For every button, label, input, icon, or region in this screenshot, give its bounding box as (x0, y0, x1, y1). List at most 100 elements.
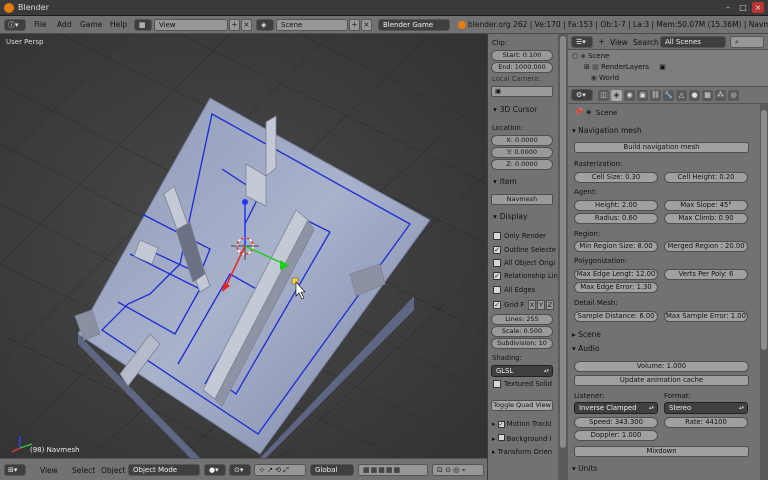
viewport-scene[interactable] (0, 34, 487, 458)
constraints-tab-icon[interactable]: ⛓ (650, 90, 661, 101)
doppler-field[interactable]: Doppler: 1.000 (574, 430, 658, 441)
transform-orientations-row[interactable]: ▸ Transform Orien (492, 448, 552, 456)
axis-z-toggle[interactable]: Z (546, 300, 554, 310)
add-screen-button[interactable]: + (229, 19, 240, 31)
maximize-icon[interactable]: □ (737, 2, 749, 13)
screen-layout-field[interactable]: View (154, 19, 228, 31)
add-scene-button[interactable]: + (349, 19, 360, 31)
merged-region-size-field[interactable]: Merged Region : 20.00 (664, 241, 748, 252)
mode-dropdown[interactable]: Object Mode (128, 464, 200, 476)
engine-dropdown[interactable]: Blender Game (378, 19, 450, 31)
menu-select[interactable]: Select (72, 466, 95, 475)
item-panel-header[interactable]: Item (488, 176, 558, 188)
texture-tab-icon[interactable]: ▦ (702, 90, 713, 101)
grid-floor-checkbox[interactable]: ✓ (493, 301, 501, 309)
min-region-size-field[interactable]: Min Region Size: 8.00 (574, 241, 658, 252)
editor-type-3d-icon[interactable]: ⊞▾ (4, 464, 26, 476)
close-icon[interactable]: × (752, 2, 764, 13)
cursor-y-field[interactable]: Y: 0.0000 (491, 147, 553, 158)
speed-field[interactable]: Speed: 343.300 (574, 417, 658, 428)
properties-editor-icon[interactable]: ⚙▾ (571, 89, 593, 101)
grid-scale-field[interactable]: Scale: 0.500 (491, 326, 553, 337)
menu-help[interactable]: Help (110, 20, 127, 29)
rate-field[interactable]: Rate: 44100 (664, 417, 748, 428)
menu-object[interactable]: Object (101, 466, 125, 475)
editor-type-icon[interactable]: ⓘ▾ (4, 19, 26, 31)
outliner-item-scene[interactable]: ○ ◈ Scene (572, 52, 609, 60)
update-animation-cache-button[interactable]: Update animation cache (574, 375, 749, 386)
max-climb-field[interactable]: Max Climb: 0.90 (664, 213, 748, 224)
particles-tab-icon[interactable]: ⁂ (715, 90, 726, 101)
outliner-menu-view[interactable]: View (610, 38, 628, 47)
properties-scrollbar-thumb[interactable] (761, 110, 767, 350)
listener-dropdown[interactable]: Inverse Clamped (574, 402, 658, 414)
verts-per-poly-field[interactable]: Verts Per Poly: 6 (664, 269, 748, 280)
outline-selected-checkbox[interactable]: ✓ (493, 246, 501, 254)
scene-tab-icon[interactable]: ◈ (611, 90, 622, 101)
mixdown-button[interactable]: Mixdown (574, 446, 749, 457)
orientation-dropdown[interactable]: Global (310, 464, 354, 476)
item-name-field[interactable]: Navmesh (491, 194, 553, 205)
clip-end-field[interactable]: End: 1000.000 (491, 62, 553, 73)
grid-subdivisions-field[interactable]: Subdivision: 10 (491, 338, 553, 349)
outliner-search-field[interactable]: ⌕ (730, 36, 764, 48)
audio-panel-header[interactable]: ▾ Audio (572, 344, 599, 353)
renderlayer-visibility-icon[interactable]: ▣ (659, 63, 666, 71)
menu-view[interactable]: View (40, 466, 58, 475)
max-slope-field[interactable]: Max Slope: 45° (664, 200, 748, 211)
outliner-editor-icon[interactable]: ☰▾ (571, 36, 593, 48)
agent-height-field[interactable]: Height: 2.00 (574, 200, 658, 211)
material-tab-icon[interactable]: ● (689, 90, 700, 101)
motion-tracking-checkbox[interactable]: ✓ (497, 421, 505, 428)
axis-y-toggle[interactable]: Y (537, 300, 545, 310)
cursor-z-field[interactable]: Z: 0.0000 (491, 159, 553, 170)
manipulator-toggle-icon[interactable]: ⊹ ↗ ⟲ ⤢ (254, 464, 306, 476)
render-tab-icon[interactable]: ◫ (598, 90, 609, 101)
motion-tracking-row[interactable]: ▸ ✓ Motion Tracki (492, 420, 552, 428)
relationship-lines-checkbox[interactable]: ✓ (493, 272, 501, 280)
snap-icon[interactable]: ⊡ ⊙ ◎ ⌁ (432, 464, 484, 476)
all-edges-checkbox[interactable] (493, 286, 501, 294)
modifiers-tab-icon[interactable]: 🔧 (663, 90, 674, 101)
screen-layout-icon[interactable]: ▦ (134, 19, 152, 31)
outliner-expand-icon[interactable]: + (598, 37, 605, 46)
remove-scene-button[interactable]: × (361, 19, 372, 31)
layer-buttons[interactable]: ▦▦▦▦▦ (358, 464, 428, 476)
outliner-item-renderlayers[interactable]: ⊞ ▤ RenderLayers ▣ (584, 63, 666, 71)
local-camera-field[interactable]: ▣ (491, 86, 553, 97)
max-sample-error-field[interactable]: Max Sample Error: 1.00 (664, 311, 748, 322)
max-edge-length-field[interactable]: Max Edge Lengt: 12.00 (574, 269, 658, 280)
panel-scrollbar-thumb[interactable] (560, 36, 566, 448)
toggle-quad-view-button[interactable]: Toggle Quad View (491, 400, 553, 411)
sample-distance-field[interactable]: Sample Distance: 6.00 (574, 311, 658, 322)
minimize-icon[interactable]: – (722, 2, 734, 13)
units-panel-header[interactable]: ▾ Units (572, 464, 597, 473)
axis-x-toggle[interactable]: X (528, 300, 536, 310)
cell-height-field[interactable]: Cell Height: 0.20 (664, 172, 748, 183)
physics-tab-icon[interactable]: ◎ (728, 90, 739, 101)
all-object-origins-checkbox[interactable] (493, 259, 501, 267)
grid-lines-field[interactable]: Lines: 255 (491, 314, 553, 325)
world-tab-icon[interactable]: ◉ (624, 90, 635, 101)
background-images-checkbox[interactable] (497, 434, 505, 441)
menu-add[interactable]: Add (57, 20, 72, 29)
navmesh-panel-header[interactable]: ▾ Navigation mesh (572, 126, 642, 135)
agent-radius-field[interactable]: Radius: 0.60 (574, 213, 658, 224)
3d-cursor-panel-header[interactable]: 3D Cursor (488, 104, 558, 116)
cursor-x-field[interactable]: X: 0.0000 (491, 135, 553, 146)
pivot-point-icon[interactable]: ⊙▾ (229, 464, 251, 476)
data-tab-icon[interactable]: △ (676, 90, 687, 101)
display-panel-header[interactable]: Display (488, 211, 558, 223)
format-dropdown[interactable]: Stereo (664, 402, 748, 414)
outliner-filter-dropdown[interactable]: All Scenes (660, 36, 726, 48)
background-images-row[interactable]: ▸ Background I (492, 434, 551, 443)
outliner-menu-search[interactable]: Search (633, 38, 659, 47)
build-navmesh-button[interactable]: Build navigation mesh (574, 142, 749, 153)
object-tab-icon[interactable]: ▣ (637, 90, 648, 101)
scene-panel-header[interactable]: ▸ Scene (572, 330, 601, 339)
scene-icon[interactable]: ◈ (256, 19, 274, 31)
volume-field[interactable]: Volume: 1.000 (574, 361, 749, 372)
cell-size-field[interactable]: Cell Size: 0.30 (574, 172, 658, 183)
max-edge-error-field[interactable]: Max Edge Error: 1.30 (574, 282, 658, 293)
outliner-item-world[interactable]: ◉ World (584, 74, 619, 82)
